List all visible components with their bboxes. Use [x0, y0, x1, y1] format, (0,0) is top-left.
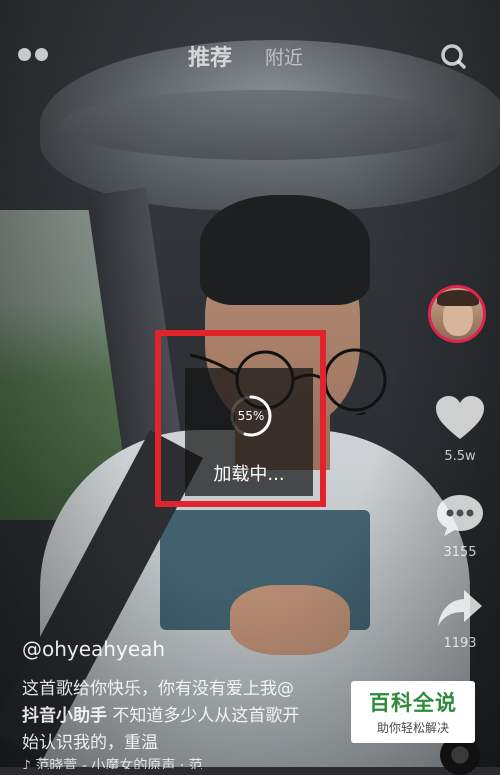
comment-button[interactable]: 3155: [430, 493, 490, 560]
like-count: 5.5w: [444, 449, 476, 464]
like-button[interactable]: 5.5w: [430, 395, 490, 464]
baike-watermark: 百科全说 助你轻松解决: [351, 681, 475, 743]
share-arrow-icon: [438, 590, 482, 626]
tab-recommended[interactable]: 推荐: [188, 40, 232, 72]
heart-icon: [436, 396, 484, 439]
comment-count: 3155: [443, 545, 477, 560]
avatar-hair: [437, 290, 479, 306]
creator-avatar[interactable]: [428, 285, 486, 343]
tab-nearby[interactable]: 附近: [265, 43, 303, 70]
top-bar: 推荐 附近: [0, 0, 500, 110]
dots-menu-icon[interactable]: [16, 44, 50, 64]
highlight-box: [155, 330, 326, 507]
caption-line-2-text: 不知道多少人从这首歌开: [107, 706, 300, 726]
post-caption: 这首歌给你快乐，你有没有爱上我@ 抖音小助手 不知道多少人从这首歌开 始认识我的…: [22, 676, 377, 757]
author-username[interactable]: @ohyeahyeah: [22, 637, 165, 661]
caption-line-3: 始认识我的，重温: [22, 733, 158, 753]
watermark-subtitle: 助你轻松解决: [376, 721, 449, 735]
share-button[interactable]: 1193: [430, 588, 490, 651]
watermark-title: 百科全说: [369, 691, 457, 715]
mention-link[interactable]: 抖音小助手: [22, 706, 107, 726]
share-count: 1193: [443, 636, 477, 651]
caption-line-2: 抖音小助手 不知道多少人从这首歌开: [22, 703, 377, 730]
caption-line-1: 这首歌给你快乐，你有没有爱上我@: [22, 679, 294, 699]
comment-bubble-icon: [437, 495, 483, 536]
search-icon[interactable]: [440, 43, 466, 69]
